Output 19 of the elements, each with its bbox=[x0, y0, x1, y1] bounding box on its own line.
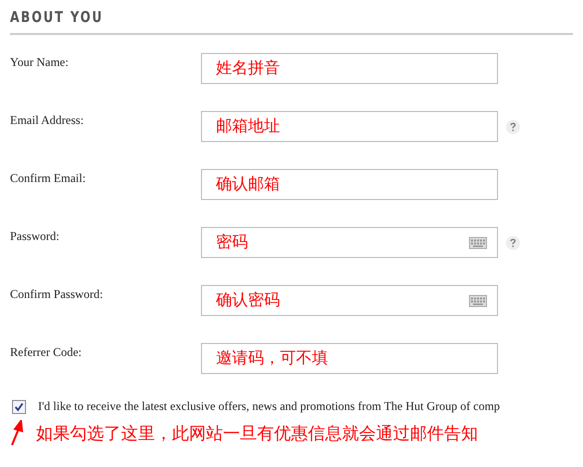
field-label: Password: bbox=[10, 228, 60, 244]
checkbox-label: I'd like to receive the latest exclusive offers, news and promotions from The Hut Group of comp bbox=[38, 399, 500, 414]
input-field[interactable]: 确认邮箱 bbox=[201, 169, 498, 200]
checkbox[interactable] bbox=[12, 400, 26, 414]
keyboard-icon bbox=[469, 236, 487, 248]
field-label: Confirm Password: bbox=[10, 286, 104, 302]
field-label: Your Name: bbox=[10, 54, 70, 70]
input-field[interactable]: 姓名拼音 bbox=[201, 53, 498, 84]
section-title: ABOUT YOU bbox=[10, 8, 104, 26]
annotation-text: 如果勾选了这里，此网站一旦有优惠信息就会通过邮件告知 bbox=[36, 422, 478, 444]
keyboard-icon bbox=[469, 294, 487, 306]
arrow-icon bbox=[10, 420, 24, 446]
field-label: Email Address: bbox=[10, 112, 85, 128]
field-label: Confirm Email: bbox=[10, 170, 87, 186]
input-field[interactable]: 邮箱地址 bbox=[201, 111, 498, 142]
input-field[interactable]: 密码 bbox=[201, 227, 498, 258]
input-field[interactable]: 邀请码，可不填 bbox=[201, 343, 498, 374]
field-label: Referrer Code: bbox=[10, 344, 83, 360]
input-field[interactable]: 确认密码 bbox=[201, 285, 498, 316]
